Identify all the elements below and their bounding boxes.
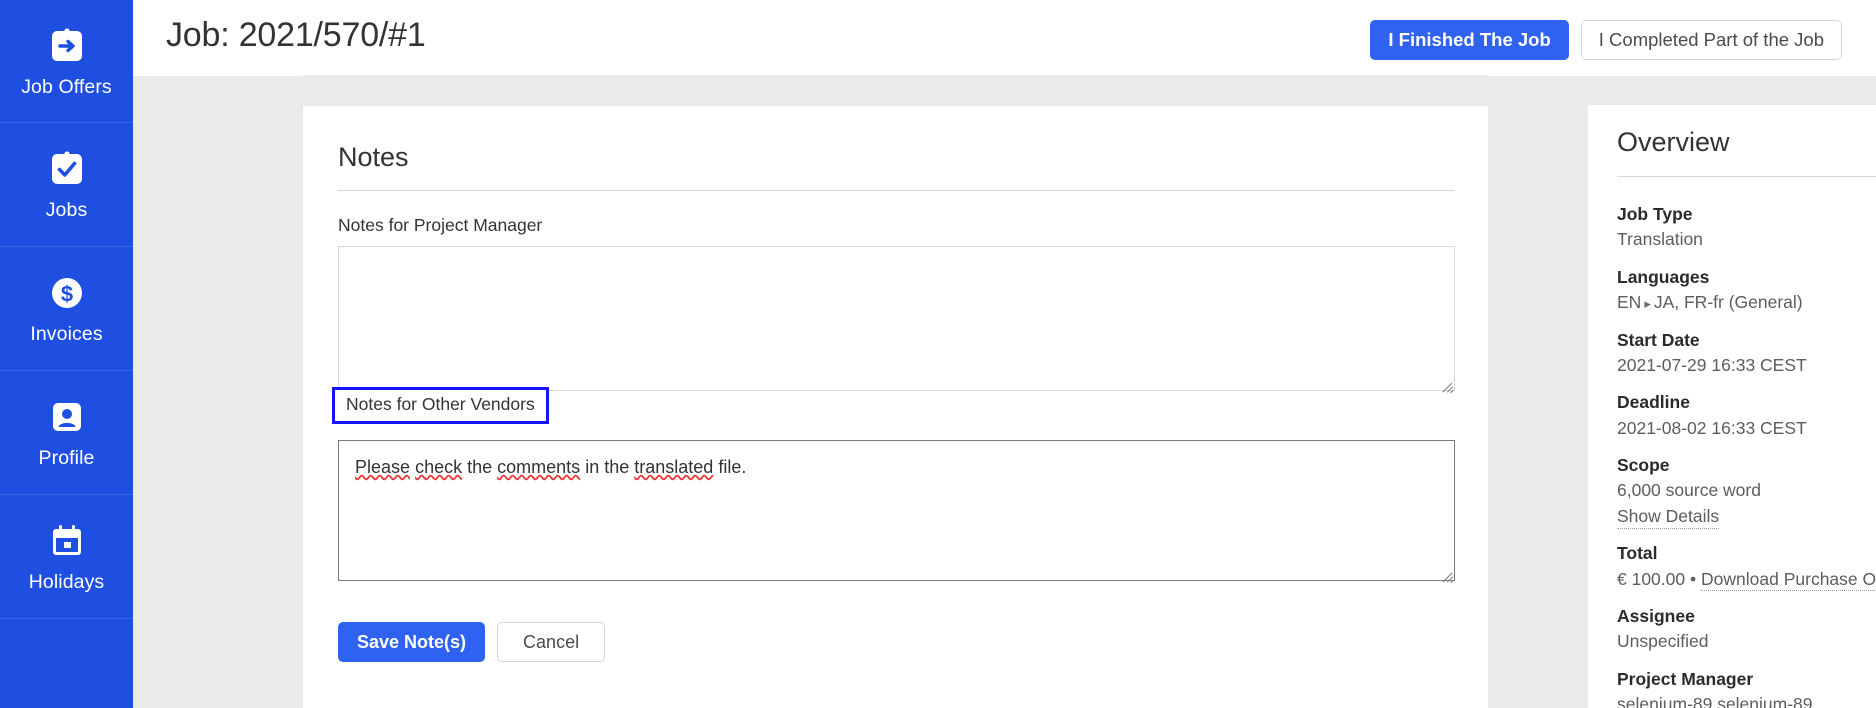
sidebar-item-label: Job Offers: [21, 75, 112, 98]
language-source: EN: [1617, 292, 1642, 313]
overview-field-key: Project Manager: [1617, 668, 1754, 689]
notes-card: Notes Notes for Project Manager Notes fo…: [303, 106, 1488, 708]
plain-word: in the: [585, 457, 630, 477]
sidebar-item-label: Profile: [38, 447, 95, 470]
overview-field-key: Deadline: [1617, 392, 1690, 413]
previous-card-bottom-edge: [303, 66, 1488, 76]
language-target: JA, FR-fr (General): [1653, 292, 1803, 313]
overview-field-key: Total: [1617, 543, 1658, 564]
svg-text:$: $: [60, 282, 72, 307]
cancel-button[interactable]: Cancel: [497, 622, 606, 662]
notes-project-manager-input[interactable]: [338, 246, 1455, 391]
sidebar-item-label: Holidays: [28, 571, 105, 594]
spellcheck-word: comments: [497, 457, 581, 477]
overview-field-value: EN ▸ JA, FR-fr (General): [1617, 290, 1876, 315]
show-details-link[interactable]: Show Details: [1617, 506, 1720, 529]
clipboard-arrow-icon: [46, 25, 88, 67]
sidebar-item-label: Jobs: [45, 199, 88, 222]
sidebar-item-job-offers[interactable]: Job Offers: [0, 0, 133, 123]
sidebar-item-invoices[interactable]: $ Invoices: [0, 247, 133, 371]
overview-field-value: 2021-07-29 16:33 CEST: [1617, 354, 1807, 375]
overview-field-value: 2021-08-02 16:33 CEST: [1617, 417, 1807, 438]
notes-card-title: Notes: [338, 142, 409, 172]
user-icon: [46, 396, 88, 438]
sidebar-filler: [0, 619, 133, 708]
plain-word: the: [467, 457, 493, 477]
overview-field-list: Job Type Translation Languages EN ▸ JA, FR…: [1617, 202, 1876, 708]
project-manager-link[interactable]: selenium-89 selenium-89: [1617, 694, 1813, 708]
overview-field-value: Translation: [1617, 229, 1703, 250]
overview-field-scope: Scope 6,000 source word Show Details: [1617, 453, 1876, 529]
spellcheck-word: Please: [355, 457, 411, 477]
dollar-circle-icon: $: [46, 272, 88, 314]
app-root: Job Offers Jobs $ Invoices Profile Holid…: [0, 0, 1876, 708]
overview-field-languages: Languages EN ▸ JA, FR-fr (General): [1617, 265, 1876, 316]
overview-field-start-date: Start Date 2021-07-29 16:33 CEST: [1617, 328, 1876, 379]
finished-job-button[interactable]: I Finished The Job: [1370, 20, 1569, 60]
overview-field-key: Start Date: [1617, 329, 1700, 350]
overview-field-job-type: Job Type Translation: [1617, 202, 1876, 253]
notes-other-vendors-input[interactable]: Please check the comments in the transla…: [338, 440, 1455, 581]
sidebar-item-jobs[interactable]: Jobs: [0, 123, 133, 247]
completed-part-job-button[interactable]: I Completed Part of the Job: [1580, 20, 1842, 60]
overview-field-assignee: Assignee Unspecified: [1617, 604, 1876, 655]
download-purchase-order-link[interactable]: Download Purchase Order: [1701, 569, 1876, 592]
overview-title: Overview: [1617, 127, 1730, 157]
overview-divider: [1617, 176, 1876, 177]
sidebar-item-holidays[interactable]: Holidays: [0, 495, 133, 619]
total-amount: € 100.00: [1617, 568, 1686, 589]
notes-card-actions: Save Note(s) Cancel: [338, 622, 606, 662]
sidebar-item-label: Invoices: [30, 323, 103, 346]
notes-other-vendors-text: Please check the comments in the transla…: [355, 455, 1438, 479]
header-actions: I Finished The Job I Completed Part of t…: [1370, 20, 1842, 60]
overview-field-key: Languages: [1617, 266, 1710, 287]
overview-field-value: Unspecified: [1617, 631, 1709, 652]
overview-field-key: Job Type: [1617, 204, 1693, 224]
save-notes-button[interactable]: Save Note(s): [338, 622, 486, 662]
overview-field-project-manager: Project Manager selenium-89 selenium-89: [1617, 667, 1876, 708]
overview-field-key: Assignee: [1617, 605, 1695, 626]
overview-field-key: Scope: [1617, 455, 1670, 475]
spellcheck-word: translated: [634, 457, 714, 477]
spellcheck-word: check: [415, 457, 463, 477]
plain-word: file.: [718, 457, 747, 477]
page-header: Job: 2021/570/#1 I Finished The Job I Co…: [133, 0, 1876, 76]
page-title: Job: 2021/570/#1: [166, 16, 426, 54]
arrow-right-icon: ▸: [1644, 296, 1651, 312]
total-separator: •: [1690, 568, 1697, 589]
overview-field-total: Total € 100.00 • Download Purchase Order: [1617, 541, 1876, 592]
sidebar-item-profile[interactable]: Profile: [0, 371, 133, 495]
calendar-icon: [46, 520, 88, 562]
notes-card-divider: [338, 190, 1454, 191]
overview-field-value: 6,000 source word: [1617, 480, 1761, 501]
overview-panel: Overview Job Type Translation Languages …: [1588, 105, 1876, 708]
main-sidebar: Job Offers Jobs $ Invoices Profile Holid…: [0, 0, 133, 708]
notes-project-manager-label: Notes for Project Manager: [338, 215, 543, 235]
clipboard-check-icon: [46, 148, 88, 190]
overview-field-deadline: Deadline 2021-08-02 16:33 CEST: [1617, 390, 1876, 441]
content-area: Job: 2021/570/#1 I Finished The Job I Co…: [133, 0, 1876, 708]
notes-other-vendors-label: Notes for Other Vendors: [332, 387, 549, 424]
